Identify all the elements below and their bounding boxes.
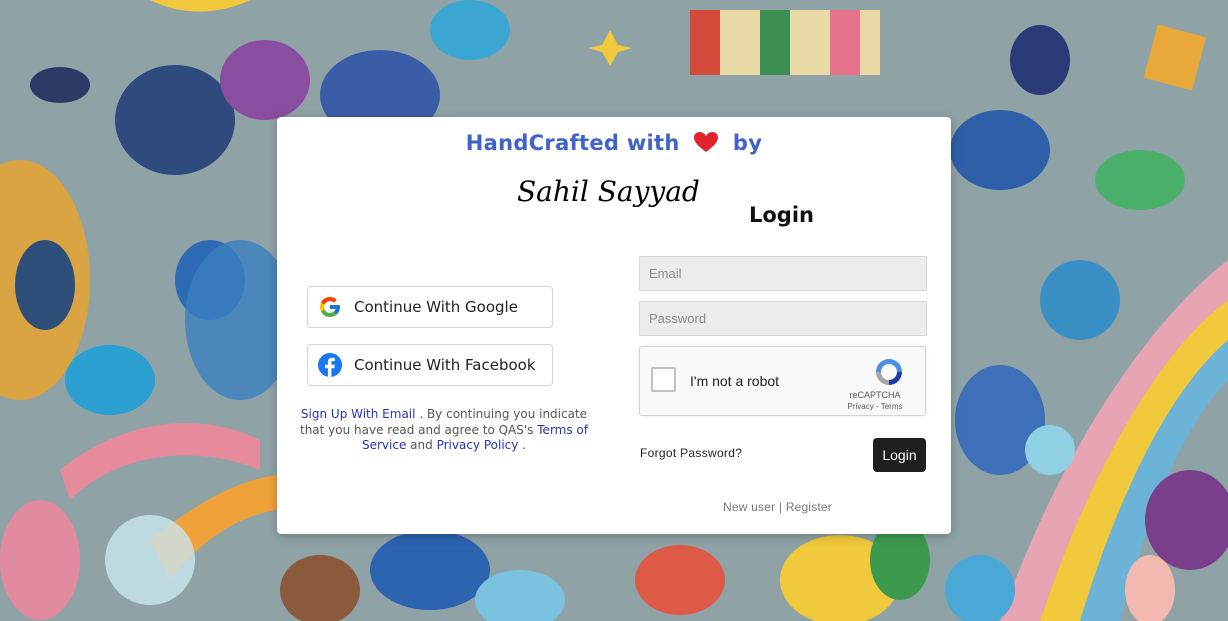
register-separator: | [778, 500, 783, 514]
recaptcha-privacy-terms[interactable]: Privacy - Terms [835, 402, 915, 411]
new-user-text: New user [723, 500, 776, 514]
facebook-login-button[interactable]: Continue With Facebook [307, 344, 553, 386]
register-prompt: New user | Register [723, 500, 832, 514]
password-field[interactable] [639, 301, 927, 336]
author-signature: Sahil Sayyad [517, 175, 700, 208]
login-button[interactable]: Login [873, 438, 926, 472]
recaptcha-icon [876, 359, 902, 385]
forgot-password-link[interactable]: Forgot Password? [640, 446, 742, 460]
google-login-button[interactable]: Continue With Google [307, 286, 553, 328]
google-icon [320, 297, 340, 317]
recaptcha-label: I'm not a robot [690, 373, 780, 389]
terms-end: . [522, 438, 527, 452]
handcrafted-headline: HandCrafted with by [277, 131, 951, 155]
handcrafted-prefix: HandCrafted with [465, 131, 680, 155]
terms-and: and [410, 438, 433, 452]
terms-notice: Sign Up With Email . By continuing you i… [299, 407, 589, 454]
login-title: Login [749, 203, 814, 227]
recaptcha-widget: I'm not a robot reCAPTCHA Privacy - Term… [639, 346, 926, 416]
recaptcha-checkbox[interactable] [651, 367, 676, 392]
register-link[interactable]: Register [786, 500, 832, 514]
google-button-label: Continue With Google [354, 298, 518, 316]
login-card: HandCrafted with by Sahil Sayyad Login C… [277, 117, 951, 534]
heart-icon [694, 132, 719, 152]
email-field[interactable] [639, 256, 927, 291]
privacy-policy-link[interactable]: Privacy Policy [437, 438, 519, 452]
facebook-button-label: Continue With Facebook [354, 356, 536, 374]
recaptcha-brand: reCAPTCHA [849, 390, 901, 400]
signup-email-link[interactable]: Sign Up With Email [301, 407, 416, 421]
facebook-icon [318, 353, 342, 377]
handcrafted-suffix: by [732, 131, 763, 155]
